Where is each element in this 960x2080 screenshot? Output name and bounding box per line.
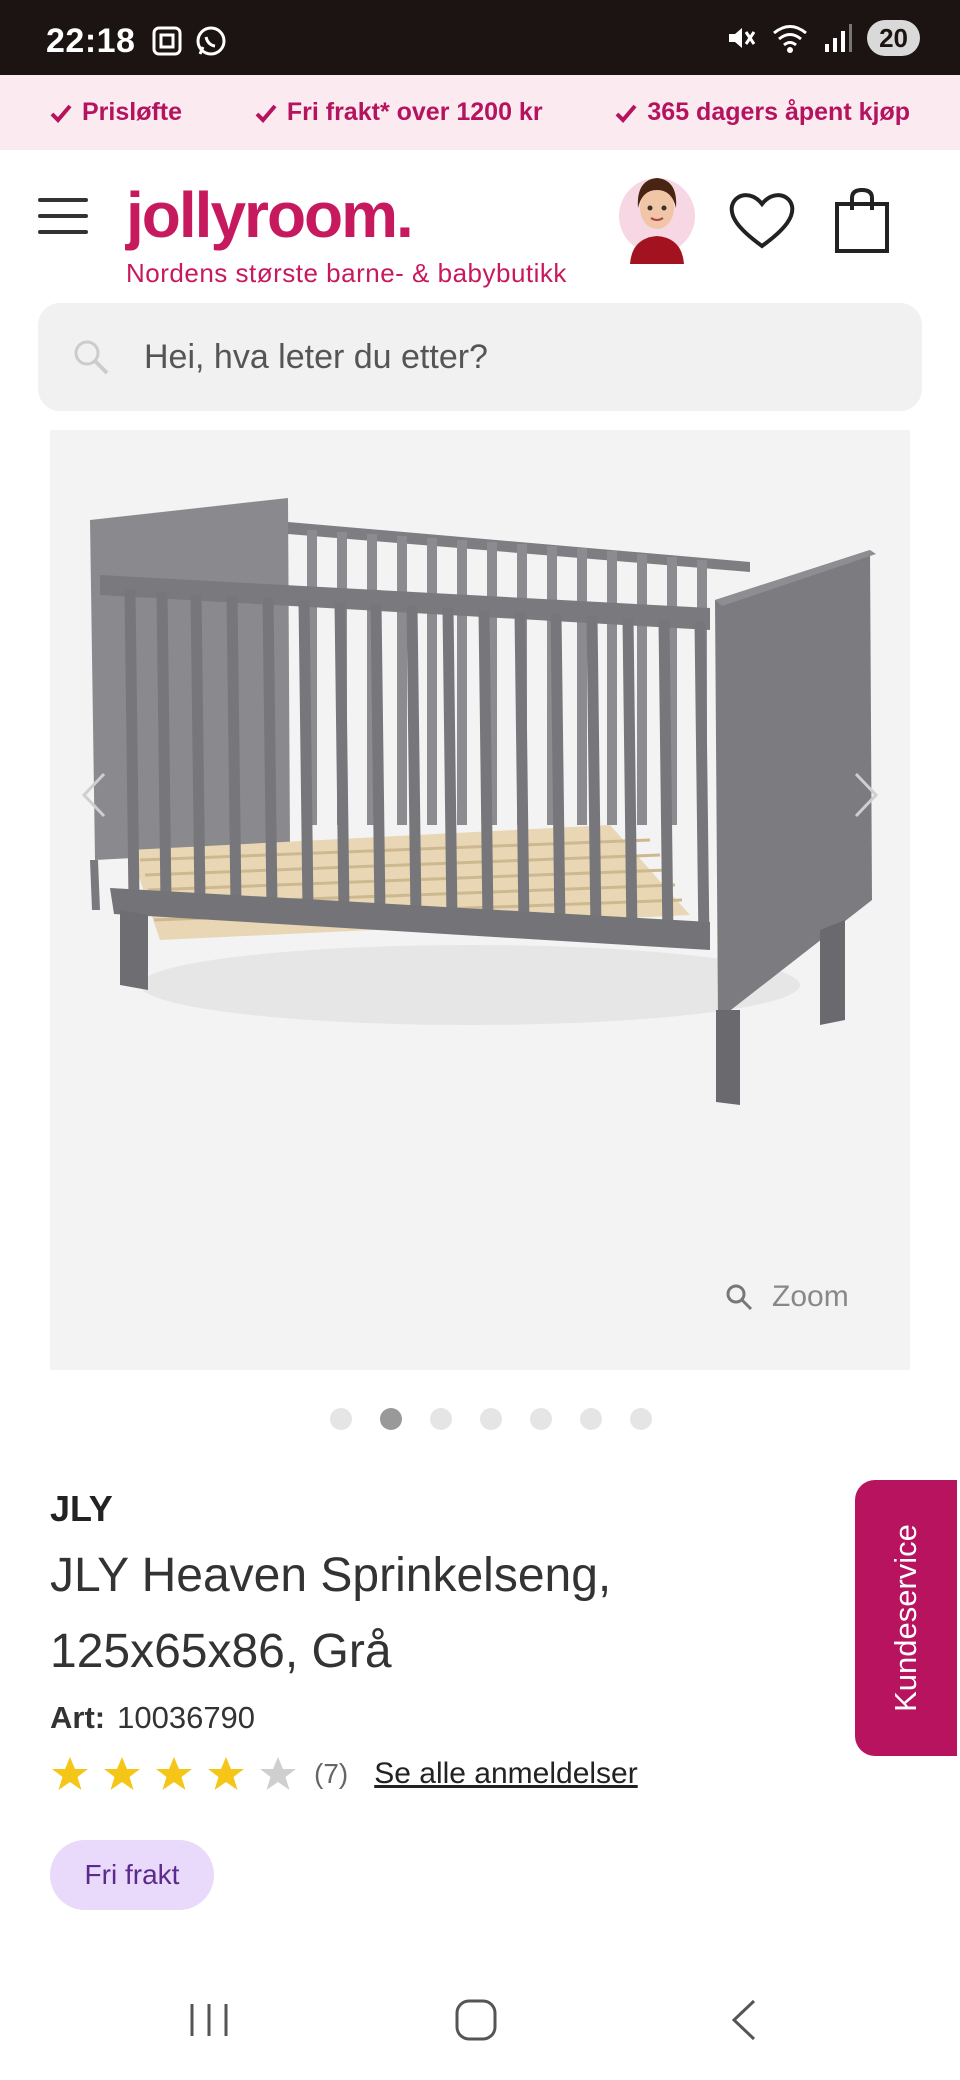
- product-brand[interactable]: JLY: [50, 1488, 113, 1530]
- pagination-dot[interactable]: [330, 1408, 352, 1430]
- wishlist-heart-icon[interactable]: [727, 188, 797, 250]
- product-image-gallery[interactable]: [50, 430, 910, 1370]
- previous-image-arrow-icon[interactable]: [78, 770, 108, 820]
- zoom-label: Zoom: [772, 1280, 849, 1313]
- star-filled-icon: [104, 1757, 140, 1790]
- screenshot-icon: [152, 26, 182, 56]
- star-filled-icon: [208, 1757, 244, 1790]
- site-logo[interactable]: jollyroom.: [126, 178, 414, 252]
- pagination-dot[interactable]: [480, 1408, 502, 1430]
- see-all-reviews-link[interactable]: Se alle anmeldelser: [374, 1757, 637, 1791]
- pagination-dot[interactable]: [630, 1408, 652, 1430]
- search-bar: [38, 303, 922, 411]
- recent-apps-icon[interactable]: [188, 2002, 230, 2038]
- system-icons: 20: [725, 20, 920, 56]
- checkmark-icon: [50, 104, 72, 123]
- article-value: 10036790: [117, 1700, 256, 1735]
- customer-service-label: Kundeservice: [888, 1524, 923, 1712]
- zoom-button[interactable]: Zoom: [724, 1280, 849, 1314]
- pagination-dot[interactable]: [530, 1408, 552, 1430]
- menu-icon[interactable]: [38, 198, 88, 234]
- site-tagline: Nordens største barne- & babybutikk: [126, 258, 567, 288]
- whatsapp-icon: [196, 26, 226, 56]
- free-shipping-badge: Fri frakt: [50, 1840, 214, 1910]
- notification-icons: [150, 24, 228, 58]
- status-time: 22:18: [46, 22, 136, 60]
- checkmark-icon: [255, 104, 277, 123]
- wifi-icon: [773, 25, 808, 53]
- article-label: Art:: [50, 1700, 106, 1735]
- promo-item-open-purchase[interactable]: 365 dagers åpent kjøp: [615, 98, 910, 127]
- promo-label: Fri frakt* over 1200 kr: [286, 98, 543, 126]
- assistant-avatar-icon[interactable]: [618, 168, 696, 264]
- promo-label: Prisløfte: [82, 98, 183, 126]
- promo-label: 365 dagers åpent kjøp: [647, 98, 910, 126]
- product-rating[interactable]: (7) Se alle anmeldelser: [50, 1754, 638, 1794]
- product-title: JLY Heaven Sprinkelseng, 125x65x86, Grå: [50, 1549, 612, 1678]
- star-filled-icon: [156, 1757, 192, 1790]
- promo-item-price-promise[interactable]: Prisløfte: [50, 98, 182, 127]
- star-filled-icon: [52, 1757, 88, 1790]
- battery-indicator: 20: [867, 20, 920, 56]
- back-icon[interactable]: [728, 1998, 758, 2042]
- home-icon[interactable]: [454, 1998, 498, 2042]
- search-icon: [74, 340, 109, 375]
- next-image-arrow-icon[interactable]: [852, 770, 882, 820]
- system-navigation-bar: [0, 1960, 960, 2080]
- product-image: [90, 498, 876, 1105]
- signal-icon: [825, 24, 853, 52]
- customer-service-tab[interactable]: Kundeservice: [855, 1480, 957, 1756]
- magnifier-icon: [726, 1284, 753, 1311]
- search-input[interactable]: [144, 303, 884, 411]
- promo-bar: Prisløfte Fri frakt* over 1200 kr 365 da…: [0, 75, 960, 150]
- gallery-pagination: [330, 1408, 652, 1430]
- status-bar: 22:18 20: [0, 0, 960, 75]
- shopping-bag-icon[interactable]: [834, 186, 890, 254]
- star-empty-icon: [260, 1757, 296, 1790]
- article-number: Art: 10036790: [50, 1700, 255, 1736]
- pagination-dot[interactable]: [580, 1408, 602, 1430]
- review-count: (7): [314, 1758, 349, 1789]
- checkmark-icon: [615, 104, 637, 123]
- promo-item-free-shipping[interactable]: Fri frakt* over 1200 kr: [255, 98, 543, 127]
- pagination-dot-active[interactable]: [380, 1408, 402, 1430]
- site-header: jollyroom. Nordens største barne- & baby…: [0, 150, 960, 300]
- mute-icon: [729, 28, 756, 48]
- pagination-dot[interactable]: [430, 1408, 452, 1430]
